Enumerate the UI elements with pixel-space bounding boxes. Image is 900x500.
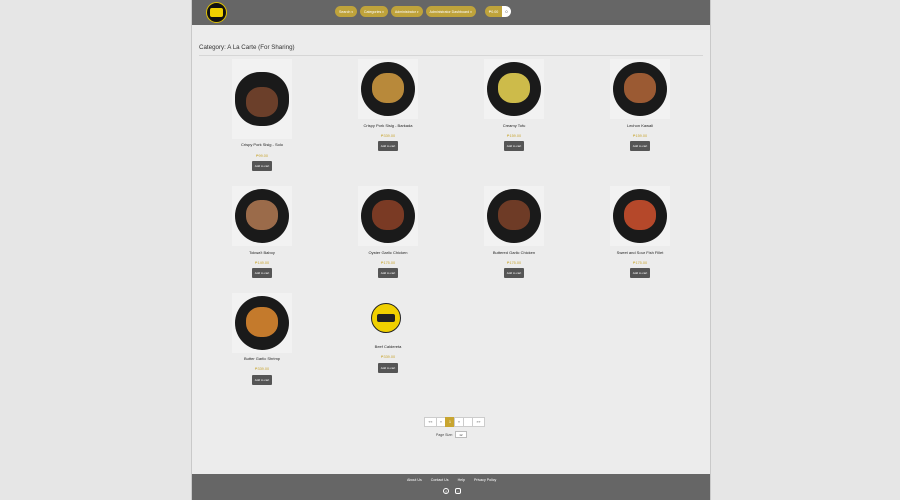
food-shape [246, 307, 278, 337]
product-image[interactable] [232, 293, 292, 353]
add-to-cart-button[interactable]: Add to cart [504, 268, 524, 278]
food-shape [372, 73, 404, 103]
product-price: ₱159.00 [632, 134, 648, 138]
nav-label: Administrator [394, 9, 416, 14]
add-to-cart-button[interactable]: Add to cart [378, 268, 398, 278]
page-size-label: Page Size: [436, 432, 453, 437]
food-shape [498, 200, 530, 230]
product-name[interactable]: Buttered Garlic Chicken [451, 250, 577, 255]
product-image[interactable] [358, 186, 418, 246]
nav-label: Administrator Dashboard [429, 9, 470, 14]
instagram-icon[interactable]: ◦ [455, 488, 461, 494]
product-name[interactable]: Tokwa't Baboy [199, 250, 325, 255]
page-size-select[interactable]: 12 [454, 431, 467, 438]
add-to-cart-button[interactable]: Add to cart [252, 161, 272, 171]
food-shape [624, 73, 656, 103]
add-to-cart-button[interactable]: Add to cart [504, 141, 524, 151]
product-image[interactable] [484, 186, 544, 246]
main-nav: Search ▾ Categories ▾ Administrator ▾ Admin… [335, 6, 476, 17]
product-name[interactable]: Crispy Pork Sisig - Solo [199, 142, 325, 147]
product-name[interactable]: Crispy Pork Sisig - Barkada [325, 123, 451, 128]
food-shape [246, 87, 278, 117]
nav-categories-button[interactable]: Categories ▾ [359, 6, 388, 17]
facebook-icon[interactable]: f [443, 488, 449, 494]
add-to-cart-button[interactable]: Add to cart [630, 141, 650, 151]
page-frame: Search ▾ Categories ▾ Administrator ▾ Admin… [191, 0, 711, 500]
product-price: ₱339.00 [380, 134, 396, 138]
product-image[interactable] [232, 59, 292, 139]
product-price: ₱175.00 [506, 261, 522, 265]
product-price: ₱339.00 [254, 367, 270, 371]
add-to-cart-button[interactable]: Add to cart [378, 363, 398, 373]
nav-administrator-button[interactable]: Administrator ▾ [390, 6, 423, 17]
nav-search-button[interactable]: Search ▾ [335, 6, 357, 17]
product-image[interactable] [358, 59, 418, 119]
product-name[interactable]: Oyster Garlic Chicken [325, 250, 451, 255]
footer-links: About Us Contact Us Help Privacy Policy [407, 478, 496, 482]
page-title: Category: A La Carte (For Sharing) [199, 44, 295, 51]
footer-link-privacy[interactable]: Privacy Policy [474, 478, 496, 482]
social-icons: f ◦ [443, 488, 461, 494]
cart-count-badge: 0 [502, 6, 511, 17]
product-name[interactable]: Beef Caldereta [325, 344, 451, 349]
product-image[interactable] [610, 186, 670, 246]
food-shape [372, 200, 404, 230]
product-name[interactable]: Sweet and Sour Fish Fillet [577, 250, 703, 255]
caret-down-icon: ▾ [382, 9, 384, 14]
product-image[interactable] [610, 59, 670, 119]
product-image[interactable] [232, 186, 292, 246]
product-price: ₱175.00 [380, 261, 396, 265]
footer-link-about[interactable]: About Us [407, 478, 422, 482]
cart-button[interactable]: ₱0.00 0 [485, 6, 511, 17]
caret-down-icon: ▾ [470, 9, 472, 14]
product-price: ₱149.00 [254, 261, 270, 265]
product-placeholder-logo[interactable] [371, 303, 401, 333]
add-to-cart-button[interactable]: Add to cart [630, 268, 650, 278]
footer-link-contact[interactable]: Contact Us [431, 478, 449, 482]
food-shape [624, 200, 656, 230]
add-to-cart-button[interactable]: Add to cart [378, 141, 398, 151]
product-price: ₱339.00 [380, 355, 396, 359]
product-name[interactable]: Butter Garlic Shrimp [199, 356, 325, 361]
nav-label: Categories [363, 9, 382, 14]
product-image[interactable] [484, 59, 544, 119]
cart-total: ₱0.00 [485, 6, 502, 17]
add-to-cart-button[interactable]: Add to cart [252, 268, 272, 278]
title-divider [199, 55, 703, 56]
product-name[interactable]: Creamy Tofu [451, 123, 577, 128]
site-footer: About Us Contact Us Help Privacy Policy … [192, 474, 710, 500]
add-to-cart-button[interactable]: Add to cart [252, 375, 272, 385]
nav-admin-dashboard-button[interactable]: Administrator Dashboard ▾ [425, 6, 476, 17]
last-page-button[interactable]: »» [472, 417, 485, 427]
product-name[interactable]: Lechon Kawali [577, 123, 703, 128]
product-price: ₱159.00 [506, 134, 522, 138]
top-navbar: Search ▾ Categories ▾ Administrator ▾ Admin… [192, 0, 710, 25]
food-shape [246, 200, 278, 230]
product-price: ₱99.00 [255, 154, 269, 158]
nav-label: Search [339, 9, 351, 14]
footer-link-help[interactable]: Help [458, 478, 465, 482]
brand-logo[interactable] [206, 2, 227, 23]
food-shape [498, 73, 530, 103]
caret-down-icon: ▾ [351, 9, 353, 14]
page-size-control: Page Size: 12 [436, 431, 467, 438]
caret-down-icon: ▾ [416, 9, 419, 14]
pagination: «« « 1 » »» [424, 417, 485, 427]
product-price: ₱175.00 [632, 261, 648, 265]
